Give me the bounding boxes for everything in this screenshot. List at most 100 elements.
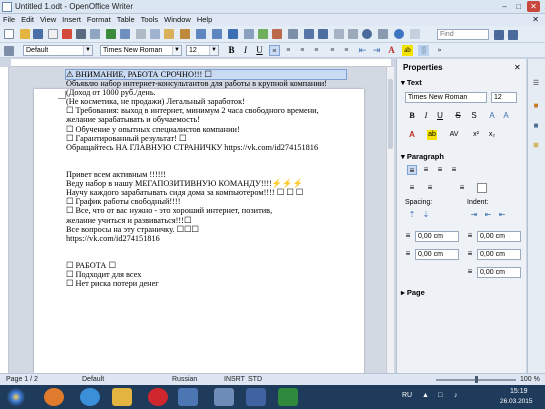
sidebar-superscript-icon[interactable]: x² xyxy=(471,130,481,140)
hyperlink-icon[interactable] xyxy=(228,29,238,39)
writer-taskbar-icon[interactable] xyxy=(178,388,198,406)
sidebar-align-left-icon[interactable]: ≡ xyxy=(407,165,417,175)
sidebar-font-select[interactable]: Times New Roman xyxy=(405,92,487,103)
menu-window[interactable]: Window xyxy=(161,14,194,25)
align-center-button[interactable]: ≡ xyxy=(283,45,294,56)
internet-explorer-taskbar-icon[interactable] xyxy=(80,388,100,406)
image-icon[interactable] xyxy=(258,29,268,39)
highlighting-button[interactable]: ab xyxy=(402,45,413,56)
vertical-scrollbar[interactable] xyxy=(386,67,394,373)
text-line[interactable] xyxy=(66,252,346,261)
gallery-tab-icon[interactable]: ■ xyxy=(531,121,541,131)
properties-tab-icon[interactable]: ☰ xyxy=(531,79,541,89)
sidebar-line-spacing-icon[interactable]: ≡ xyxy=(457,183,467,193)
after-text-indent-input[interactable]: 0,00 cm xyxy=(477,249,521,260)
find-previous-icon[interactable] xyxy=(508,30,518,40)
first-line-indent-input[interactable]: 0,00 cm xyxy=(477,267,521,278)
before-text-indent-input[interactable]: 0,00 cm xyxy=(477,231,521,242)
navigator-tab-icon[interactable]: ❋ xyxy=(531,141,541,151)
paragraph-style-select[interactable]: Default ▼ xyxy=(23,45,93,56)
spellcheck-icon[interactable] xyxy=(106,29,116,39)
zoom-icon[interactable] xyxy=(378,29,388,39)
sidebar-close-icon[interactable]: ✕ xyxy=(514,63,521,72)
sidebar-font-color-button[interactable]: A xyxy=(407,130,417,140)
volume-icon[interactable]: ♪ xyxy=(454,392,458,399)
hanging-indent-icon[interactable]: ⇤ xyxy=(497,210,507,220)
redo-icon[interactable] xyxy=(212,29,222,39)
text-line[interactable]: ☐ Все, что от вас нужно - это хороший ин… xyxy=(66,206,346,215)
sidebar-underline-button[interactable]: U xyxy=(435,111,445,121)
sidebar-shrink-font-icon[interactable]: A xyxy=(501,111,511,121)
page-count[interactable]: Page 1 / 2 xyxy=(6,376,38,383)
increase-indent-icon[interactable]: ⇥ xyxy=(469,210,479,220)
styles-formatting-icon[interactable] xyxy=(4,46,14,56)
text-line[interactable]: (Доход от 1000 руб./день. xyxy=(66,88,346,97)
scrollbar-thumb[interactable] xyxy=(388,79,393,149)
paste-icon[interactable] xyxy=(164,29,174,39)
app-taskbar-icon[interactable] xyxy=(246,388,266,406)
menu-tools[interactable]: Tools xyxy=(138,14,162,25)
find-input[interactable]: Find xyxy=(437,29,489,40)
text-line[interactable]: (Не косметика, не продажи) Легальный зар… xyxy=(66,97,346,106)
toolbar-options-icon[interactable]: » xyxy=(434,45,445,56)
text-line[interactable]: ⚠ ВНИМАНИЕ, РАБОТА СРОЧНО!!! ☐ xyxy=(65,68,347,81)
app-taskbar-icon[interactable] xyxy=(278,388,298,406)
font-color-button[interactable]: A xyxy=(386,45,397,56)
menu-view[interactable]: View xyxy=(37,14,59,25)
sidebar-bold-button[interactable]: B xyxy=(407,111,417,121)
decrease-indent-button[interactable]: ⇤ xyxy=(357,45,368,56)
open-icon[interactable] xyxy=(20,29,30,39)
text-line[interactable]: ☐ Подходит для всех xyxy=(66,270,346,279)
align-left-button[interactable]: ≡ xyxy=(269,45,280,56)
print-icon[interactable] xyxy=(76,29,86,39)
close-icon[interactable]: ✕ xyxy=(527,1,540,12)
edit-file-icon[interactable] xyxy=(48,29,58,39)
horizontal-ruler[interactable] xyxy=(11,59,391,67)
sidebar-size-select[interactable]: 12 xyxy=(491,92,517,103)
increase-spacing-icon[interactable]: ⇡ xyxy=(407,210,417,220)
nonprinting-characters-icon[interactable] xyxy=(362,29,372,39)
app-taskbar-icon[interactable] xyxy=(214,388,234,406)
new-document-icon[interactable] xyxy=(4,29,14,39)
opera-taskbar-icon[interactable] xyxy=(148,388,168,406)
text-line[interactable]: Привет всем активным !!!!!! xyxy=(66,170,346,179)
sidebar-highlight-button[interactable]: ab xyxy=(427,130,437,140)
sidebar-justify-icon[interactable]: ≡ xyxy=(449,165,459,175)
format-paintbrush-icon[interactable] xyxy=(180,29,190,39)
sidebar-shadow-button[interactable]: S xyxy=(469,111,479,121)
menu-edit[interactable]: Edit xyxy=(18,14,37,25)
paragraph-section-header[interactable]: ▾ Paragraph xyxy=(401,152,444,161)
menu-table[interactable]: Table xyxy=(114,14,138,25)
page-style[interactable]: Default xyxy=(82,376,104,383)
file-explorer-taskbar-icon[interactable] xyxy=(112,388,132,406)
text-line[interactable]: ☐ Гарантированный результат! ☐ xyxy=(66,134,346,143)
menu-insert[interactable]: Insert xyxy=(59,14,84,25)
sidebar-numbering-icon[interactable]: ≡ xyxy=(425,183,435,193)
zoom-level[interactable]: 100 % xyxy=(520,376,540,383)
text-line[interactable]: ☐ Обучение у опытных специалистов компан… xyxy=(66,125,346,134)
undo-icon[interactable] xyxy=(196,29,206,39)
decrease-spacing-icon[interactable]: ⇣ xyxy=(421,210,431,220)
text-section-header[interactable]: ▾ Text xyxy=(401,78,422,87)
text-line[interactable]: желание зарабатывать и обучаемость! xyxy=(66,115,346,124)
text-line[interactable]: Обращайтесь НА ГЛАВНУЮ СТРАНИЧКУ https:/… xyxy=(66,143,346,152)
language-status[interactable]: Russian xyxy=(172,376,197,383)
justify-button[interactable]: ≡ xyxy=(311,45,322,56)
help-icon[interactable] xyxy=(394,29,404,39)
gallery-icon[interactable] xyxy=(334,29,344,39)
italic-button[interactable]: I xyxy=(240,45,251,56)
navigator-icon[interactable] xyxy=(318,29,328,39)
sidebar-grow-font-icon[interactable]: A xyxy=(487,111,497,121)
background-color-button[interactable]: ░ xyxy=(418,45,429,56)
show-hidden-icons-icon[interactable]: ▲ xyxy=(422,392,429,399)
toolbar-options-icon[interactable] xyxy=(410,29,420,39)
minimize-icon[interactable]: – xyxy=(498,1,511,12)
sidebar-bullets-icon[interactable]: ≡ xyxy=(407,183,417,193)
text-line[interactable]: Научу каждого зарабатывать сидя дома за … xyxy=(66,188,346,197)
font-size-select[interactable]: 12 ▼ xyxy=(186,45,219,56)
save-icon[interactable] xyxy=(33,29,43,39)
close-document-icon[interactable]: ✕ xyxy=(529,14,542,25)
zoom-slider-thumb[interactable] xyxy=(475,376,478,383)
export-pdf-icon[interactable] xyxy=(62,29,72,39)
cut-icon[interactable] xyxy=(136,29,146,39)
